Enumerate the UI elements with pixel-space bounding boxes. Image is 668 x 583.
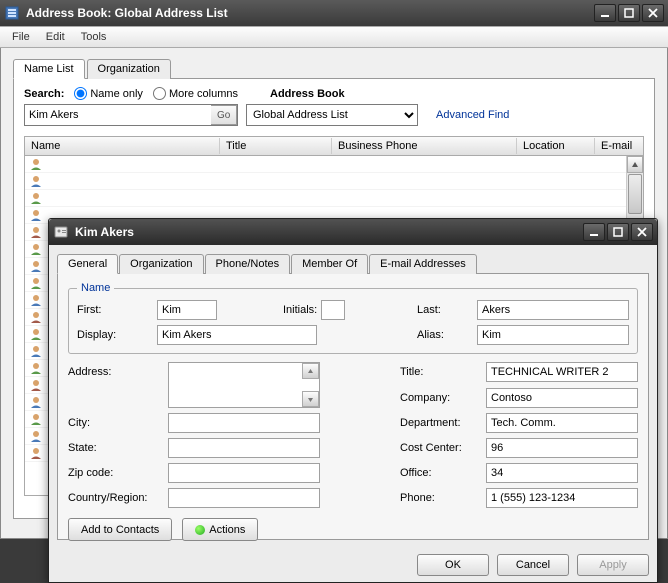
field-cost-center[interactable]: 96 [486, 438, 638, 458]
label-address: Address: [68, 366, 168, 378]
label-country: Country/Region: [68, 492, 168, 504]
dialog-tab-row: General Organization Phone/Notes Member … [57, 253, 649, 274]
field-country[interactable] [168, 488, 320, 508]
table-row[interactable] [25, 156, 643, 173]
add-to-contacts-button[interactable]: Add to Contacts [68, 518, 172, 541]
scroll-thumb[interactable] [628, 174, 642, 214]
label-office: Office: [400, 467, 486, 479]
main-titlebar: Address Book: Global Address List [0, 0, 668, 26]
grid-header: Name Title Business Phone Location E-mai… [24, 136, 644, 156]
col-title[interactable]: Title [220, 138, 332, 154]
field-state[interactable] [168, 438, 320, 458]
label-zip: Zip code: [68, 467, 168, 479]
dtab-general[interactable]: General [57, 254, 118, 274]
dtab-email-addresses[interactable]: E-mail Addresses [369, 254, 477, 274]
field-city[interactable] [168, 413, 320, 433]
label-department: Department: [400, 417, 486, 429]
label-title: Title: [400, 366, 486, 378]
menu-file[interactable]: File [4, 29, 38, 45]
address-scroll-up-icon[interactable] [302, 363, 319, 379]
field-last[interactable]: Akers [477, 300, 629, 320]
menu-tools[interactable]: Tools [73, 29, 115, 45]
col-location[interactable]: Location [517, 138, 595, 154]
col-name[interactable]: Name [25, 138, 220, 154]
address-book-label: Address Book [270, 88, 345, 100]
field-display[interactable]: Kim Akers [157, 325, 317, 345]
label-city: City: [68, 417, 168, 429]
dialog-title: Kim Akers [75, 225, 583, 239]
scroll-up-icon[interactable] [627, 156, 643, 173]
go-button[interactable]: Go [211, 105, 237, 125]
dialog-minimize-button[interactable] [583, 223, 605, 241]
label-alias: Alias: [417, 329, 477, 341]
ok-button[interactable]: OK [417, 554, 489, 576]
address-book-icon [4, 5, 20, 21]
field-address[interactable] [168, 362, 320, 408]
contact-card-icon [53, 224, 69, 240]
label-first: First: [77, 304, 157, 316]
label-company: Company: [400, 392, 486, 404]
label-phone: Phone: [400, 492, 486, 504]
contact-details-dialog: Kim Akers General Organization Phone/Not… [48, 218, 658, 583]
radio-more-columns[interactable] [153, 87, 166, 100]
menu-bar: File Edit Tools [0, 26, 668, 48]
table-row[interactable] [25, 173, 643, 190]
field-phone[interactable]: 1 (555) 123-1234 [486, 488, 638, 508]
label-last: Last: [417, 304, 477, 316]
field-title[interactable]: TECHNICAL WRITER 2 [486, 362, 638, 382]
col-business-phone[interactable]: Business Phone [332, 138, 517, 154]
field-zip[interactable] [168, 463, 320, 483]
address-scroll-down-icon[interactable] [302, 391, 319, 407]
dtab-phone-notes[interactable]: Phone/Notes [205, 254, 291, 274]
search-input[interactable] [25, 105, 211, 125]
field-first[interactable]: Kim [157, 300, 217, 320]
radio-name-only[interactable] [74, 87, 87, 100]
search-label: Search: [24, 88, 64, 100]
presence-icon [195, 525, 205, 535]
dialog-titlebar[interactable]: Kim Akers [49, 219, 657, 245]
field-company[interactable]: Contoso [486, 388, 638, 408]
field-alias[interactable]: Kim [477, 325, 629, 345]
label-display: Display: [77, 329, 157, 341]
close-button[interactable] [642, 4, 664, 22]
dialog-close-button[interactable] [631, 223, 653, 241]
col-email[interactable]: E-mail [595, 138, 643, 154]
label-state: State: [68, 442, 168, 454]
tab-organization[interactable]: Organization [87, 59, 171, 79]
minimize-button[interactable] [594, 4, 616, 22]
dtab-organization[interactable]: Organization [119, 254, 203, 274]
field-initials[interactable] [321, 300, 345, 320]
maximize-button[interactable] [618, 4, 640, 22]
actions-button[interactable]: Actions [182, 518, 258, 541]
menu-edit[interactable]: Edit [38, 29, 73, 45]
name-group-legend: Name [77, 282, 114, 294]
advanced-find-link[interactable]: Advanced Find [436, 109, 509, 121]
name-group: Name First: Kim Initials: Last: Akers Di… [68, 282, 638, 354]
main-tab-row: Name List Organization [13, 58, 655, 79]
address-book-select[interactable]: Global Address List [246, 104, 418, 126]
window-title: Address Book: Global Address List [26, 6, 594, 20]
field-office[interactable]: 34 [486, 463, 638, 483]
table-row[interactable] [25, 190, 643, 207]
tab-name-list[interactable]: Name List [13, 59, 85, 79]
radio-more-columns-label: More columns [169, 88, 238, 100]
radio-name-only-label: Name only [90, 88, 143, 100]
search-field-wrap: Go [24, 104, 238, 126]
dialog-maximize-button[interactable] [607, 223, 629, 241]
apply-button[interactable]: Apply [577, 554, 649, 576]
label-initials: Initials: [283, 304, 317, 316]
cancel-button[interactable]: Cancel [497, 554, 569, 576]
dtab-member-of[interactable]: Member Of [291, 254, 368, 274]
label-cost-center: Cost Center: [400, 442, 486, 454]
field-department[interactable]: Tech. Comm. [486, 413, 638, 433]
